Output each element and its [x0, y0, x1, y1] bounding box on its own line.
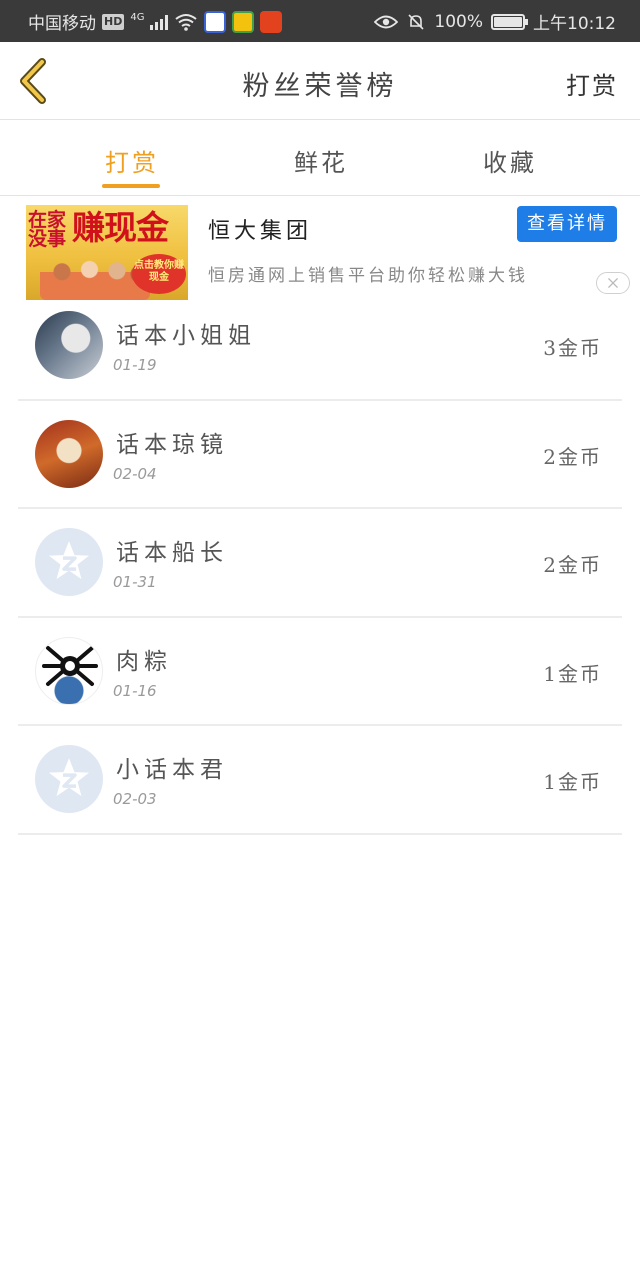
avatar[interactable]	[35, 745, 103, 813]
tab-bar: 打赏 鲜花 收藏	[0, 121, 640, 196]
fan-date: 02-04	[113, 464, 157, 483]
avatar[interactable]	[35, 419, 103, 488]
avatar[interactable]	[35, 636, 103, 705]
fan-date: 01-16	[113, 681, 157, 700]
bell-muted-icon	[408, 13, 424, 30]
default-avatar-star-icon	[49, 541, 89, 580]
status-bar: 中国移动 HD 4G 100% 上午10:12	[0, 0, 640, 42]
fan-name: 小话本君	[116, 757, 228, 783]
taobao-app-icon	[260, 10, 283, 33]
ad-banner[interactable]: 在家没事 赚现金 点击教你赚现金 恒大集团 恒房通网上销售平台助你轻松赚大钱 查…	[0, 197, 640, 301]
active-tab-indicator	[102, 184, 160, 188]
battery-icon	[491, 13, 528, 30]
fan-name: 话本船长	[116, 540, 228, 566]
ad-image-text-2: 赚现金	[72, 208, 169, 247]
battery-percent-label: 100%	[434, 11, 483, 32]
list-item[interactable]: 小话本君 02-03 1金币	[18, 726, 622, 835]
green-app-icon	[232, 10, 255, 33]
fan-name: 话本小姐姐	[116, 323, 256, 349]
page-title: 粉丝荣誉榜	[242, 71, 398, 102]
fan-coins: 1金币	[543, 770, 602, 794]
ad-image-badge: 点击教你赚现金	[132, 254, 186, 294]
ad-image[interactable]: 在家没事 赚现金 点击教你赚现金	[26, 205, 188, 300]
signal-icon	[150, 14, 169, 30]
eye-icon	[374, 15, 399, 28]
list-item[interactable]: 话本琼镜 02-04 2金币	[18, 401, 622, 509]
app-header: 粉丝荣誉榜 打赏	[0, 42, 640, 120]
avatar[interactable]	[35, 311, 103, 379]
fan-name: 肉粽	[116, 648, 172, 675]
fan-date: 02-03	[113, 790, 157, 808]
fan-coins: 2金币	[543, 553, 602, 577]
wifi-icon	[175, 13, 198, 31]
fan-name: 话本琼镜	[116, 431, 228, 458]
tab-flowers[interactable]: 鲜花	[294, 143, 348, 178]
status-left: 中国移动 HD 4G	[28, 9, 283, 34]
fan-list: 话本小姐姐 01-19 3金币 话本琼镜 02-04 2金币 话本船长 01-3…	[18, 292, 622, 835]
hd-icon: HD	[102, 13, 125, 30]
ad-close-icon[interactable]	[596, 272, 630, 294]
status-right: 100% 上午10:12	[374, 9, 616, 34]
clock-label: 上午10:12	[533, 14, 616, 34]
tab-favorites[interactable]: 收藏	[483, 143, 537, 178]
spider-avatar-icon	[42, 645, 98, 686]
default-avatar-star-icon	[49, 758, 89, 797]
list-item[interactable]: 话本小姐姐 01-19 3金币	[18, 292, 622, 401]
ad-view-details-button[interactable]: 查看详情	[517, 206, 617, 242]
ad-image-text-1: 在家没事	[28, 209, 67, 250]
fan-date: 01-31	[113, 573, 157, 591]
baidu-app-icon	[204, 10, 227, 33]
fan-coins: 1金币	[543, 661, 602, 686]
fan-date: 01-19	[113, 356, 157, 374]
list-item[interactable]: 话本船长 01-31 2金币	[18, 509, 622, 618]
ad-title: 恒大集团	[208, 219, 313, 244]
fan-coins: 2金币	[543, 444, 602, 469]
fan-coins: 3金币	[543, 336, 602, 360]
ad-description: 恒房通网上销售平台助你轻松赚大钱	[208, 266, 528, 286]
avatar[interactable]	[35, 528, 103, 596]
tab-reward[interactable]: 打赏	[105, 143, 159, 178]
network-type-label: 4G	[130, 11, 145, 23]
reward-button[interactable]: 打赏	[566, 66, 618, 101]
list-item[interactable]: 肉粽 01-16 1金币	[18, 618, 622, 726]
carrier-label: 中国移动	[28, 14, 96, 34]
